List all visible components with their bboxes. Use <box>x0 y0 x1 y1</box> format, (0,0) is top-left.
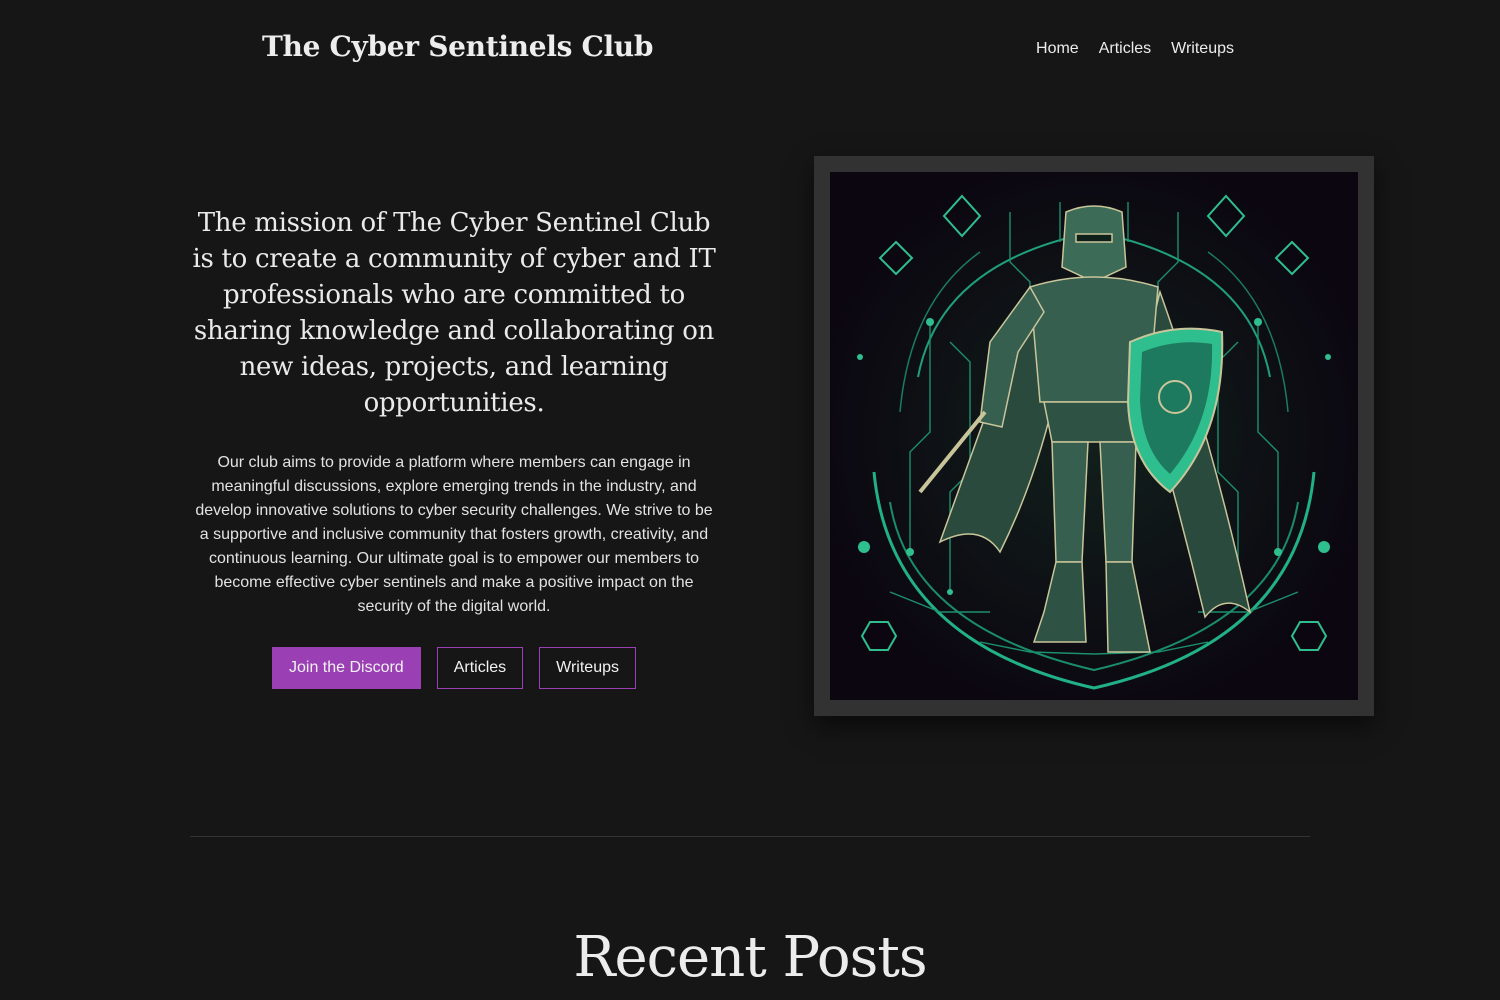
section-divider <box>190 836 1310 837</box>
armored-knight-with-shield-illustration <box>830 172 1358 700</box>
hero-buttons: Join the Discord Articles Writeups <box>190 647 718 689</box>
articles-button[interactable]: Articles <box>436 647 524 689</box>
club-description: Our club aims to provide a platform wher… <box>195 454 713 615</box>
recent-posts-heading: Recent Posts <box>573 925 927 990</box>
main-nav: Home Articles Writeups <box>1036 40 1234 58</box>
hero-text: The mission of The Cyber Sentinel Club i… <box>190 205 718 619</box>
nav-link-writeups[interactable]: Writeups <box>1171 40 1234 58</box>
mission-statement: The mission of The Cyber Sentinel Club i… <box>192 208 716 418</box>
nav-link-home[interactable]: Home <box>1036 40 1079 58</box>
join-discord-button[interactable]: Join the Discord <box>271 647 421 689</box>
site-header: The Cyber Sentinels Club Home Articles W… <box>0 0 1500 100</box>
site-title[interactable]: The Cyber Sentinels Club <box>262 30 653 63</box>
hero-image-frame <box>814 156 1374 716</box>
writeups-button[interactable]: Writeups <box>539 647 636 689</box>
nav-link-articles[interactable]: Articles <box>1099 40 1151 58</box>
